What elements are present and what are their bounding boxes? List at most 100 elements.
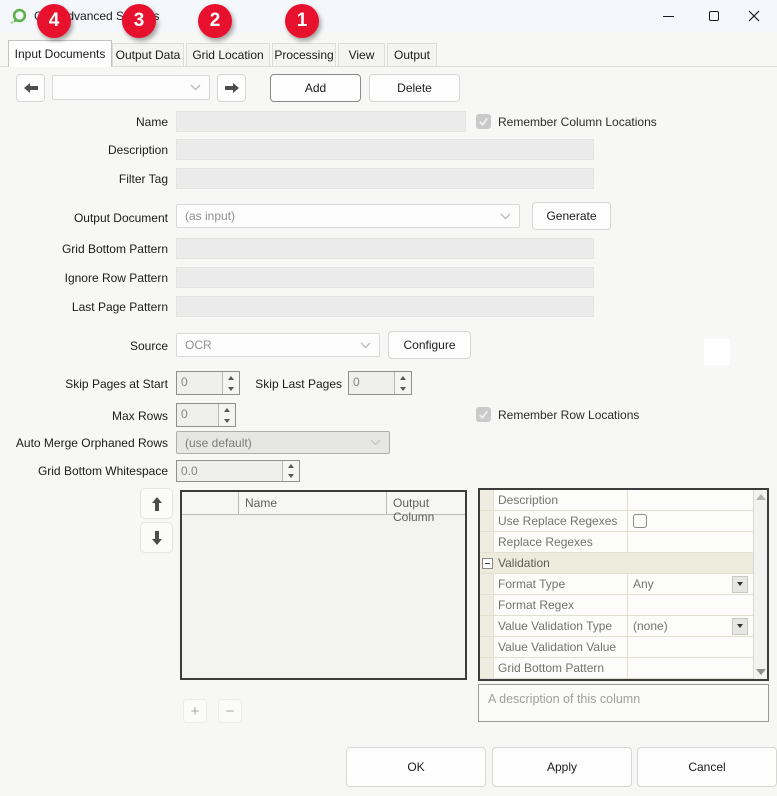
property-row-use-replace-regexes[interactable]: Use Replace Regexes [480,511,753,532]
arrow-left-icon [22,80,40,96]
column-property-grid[interactable]: Description Use Replace Regexes Replace … [478,488,769,681]
property-value[interactable] [628,511,753,531]
triangle-up-icon [288,464,294,468]
scroll-up-icon[interactable] [756,494,766,500]
check-icon [478,409,489,420]
ok-button[interactable]: OK [346,747,486,787]
source-combo[interactable]: OCR [176,333,380,357]
property-label: Replace Regexes [494,532,628,552]
dropdown-button[interactable] [732,618,748,635]
row-gutter [480,637,494,657]
remember-row-locations-checkbox[interactable] [476,407,491,422]
grid-bottom-whitespace-value: 0.0 [177,461,282,481]
name-field[interactable] [176,111,466,132]
spin-up-button[interactable] [395,372,411,383]
apply-button[interactable]: Apply [492,747,632,787]
configure-button-label: Configure [403,338,455,352]
close-button[interactable] [731,0,777,32]
configure-button[interactable]: Configure [388,331,471,359]
spinner-buttons[interactable] [282,461,299,481]
property-grid-scrollbar[interactable] [753,490,767,679]
delete-button[interactable]: Delete [369,74,460,102]
name-label: Name [4,112,168,132]
property-group-validation[interactable]: Validation [480,553,753,574]
title-bar: Grid Advanced Settings [0,0,777,32]
add-row-button[interactable]: + [183,699,207,723]
property-row-description[interactable]: Description [480,490,753,511]
add-button-label: Add [305,81,326,95]
cancel-button[interactable]: Cancel [637,747,777,787]
last-page-pattern-field[interactable] [176,296,594,317]
add-button[interactable]: Add [270,74,361,102]
property-row-value-validation-type[interactable]: Value Validation Type (none) [480,616,753,637]
last-page-pattern-label: Last Page Pattern [4,297,168,317]
max-rows-value: 0 [177,404,218,426]
property-value[interactable] [628,595,753,615]
spin-up-button[interactable] [283,461,299,471]
property-value[interactable] [628,490,753,510]
next-item-button[interactable] [217,74,246,102]
minimize-button[interactable] [645,0,691,32]
spin-down-button[interactable] [219,415,235,426]
max-rows-label: Max Rows [4,406,168,426]
app-logo-icon [10,8,27,25]
tab-label: Grid Location [192,48,263,62]
remove-row-button[interactable]: − [218,699,242,723]
source-label: Source [4,336,168,356]
tab-processing[interactable]: Processing [272,43,336,66]
property-row-value-validation-value[interactable]: Value Validation Value [480,637,753,658]
grid-bottom-whitespace-spinner[interactable]: 0.0 [176,460,300,482]
use-replace-regexes-checkbox[interactable] [633,514,647,528]
columns-table[interactable]: Name Output Column [180,490,467,680]
property-row-replace-regexes[interactable]: Replace Regexes [480,532,753,553]
spin-down-button[interactable] [395,383,411,394]
spinner-buttons[interactable] [394,372,411,394]
spin-down-button[interactable] [283,471,299,481]
spin-up-button[interactable] [219,404,235,415]
property-value[interactable] [628,532,753,552]
tab-view[interactable]: View [338,43,385,66]
columns-table-header: Name Output Column [182,492,465,515]
apply-button-label: Apply [547,760,577,774]
move-column-up-button[interactable] [140,488,173,519]
generate-button[interactable]: Generate [532,202,611,230]
property-value[interactable]: Any [628,574,753,594]
auto-merge-orphaned-rows-combo[interactable]: (use default) [176,431,390,454]
ignore-row-pattern-label: Ignore Row Pattern [4,268,168,288]
column-description-box[interactable]: A description of this column [478,684,769,722]
tab-output[interactable]: Output [387,43,437,66]
tab-label: Processing [274,48,333,62]
property-value[interactable] [628,637,753,657]
grid-bottom-pattern-field[interactable] [176,238,594,259]
minus-icon: − [226,703,235,720]
property-value[interactable]: (none) [628,616,753,636]
move-column-down-button[interactable] [140,522,173,553]
triangle-down-icon [737,624,743,628]
output-document-combo[interactable]: (as input) [176,204,520,228]
close-icon [748,10,760,22]
remember-column-locations-checkbox[interactable] [476,114,491,129]
item-selector-combo[interactable] [52,75,210,100]
property-row-format-type[interactable]: Format Type Any [480,574,753,595]
delete-button-label: Delete [397,81,432,95]
tab-output-data[interactable]: Output Data [112,43,184,66]
skip-last-pages-label: Skip Last Pages [200,374,342,394]
dropdown-button[interactable] [732,576,748,593]
property-value[interactable] [628,658,753,678]
white-artifact [704,339,730,365]
spinner-buttons[interactable] [218,404,235,426]
source-value: OCR [185,338,212,352]
previous-item-button[interactable] [16,74,45,102]
max-rows-spinner[interactable]: 0 [176,403,236,427]
collapse-minus-icon[interactable] [482,558,493,569]
ignore-row-pattern-field[interactable] [176,267,594,288]
tab-grid-location[interactable]: Grid Location [186,43,270,66]
description-field[interactable] [176,139,594,160]
skip-last-pages-spinner[interactable]: 0 [348,371,412,395]
property-row-grid-bottom-pattern[interactable]: Grid Bottom Pattern [480,658,753,679]
filter-tag-field[interactable] [176,168,594,189]
tab-input-documents[interactable]: Input Documents [8,40,112,67]
scroll-down-icon[interactable] [756,669,766,675]
property-label: Value Validation Type [494,616,628,636]
property-row-format-regex[interactable]: Format Regex [480,595,753,616]
